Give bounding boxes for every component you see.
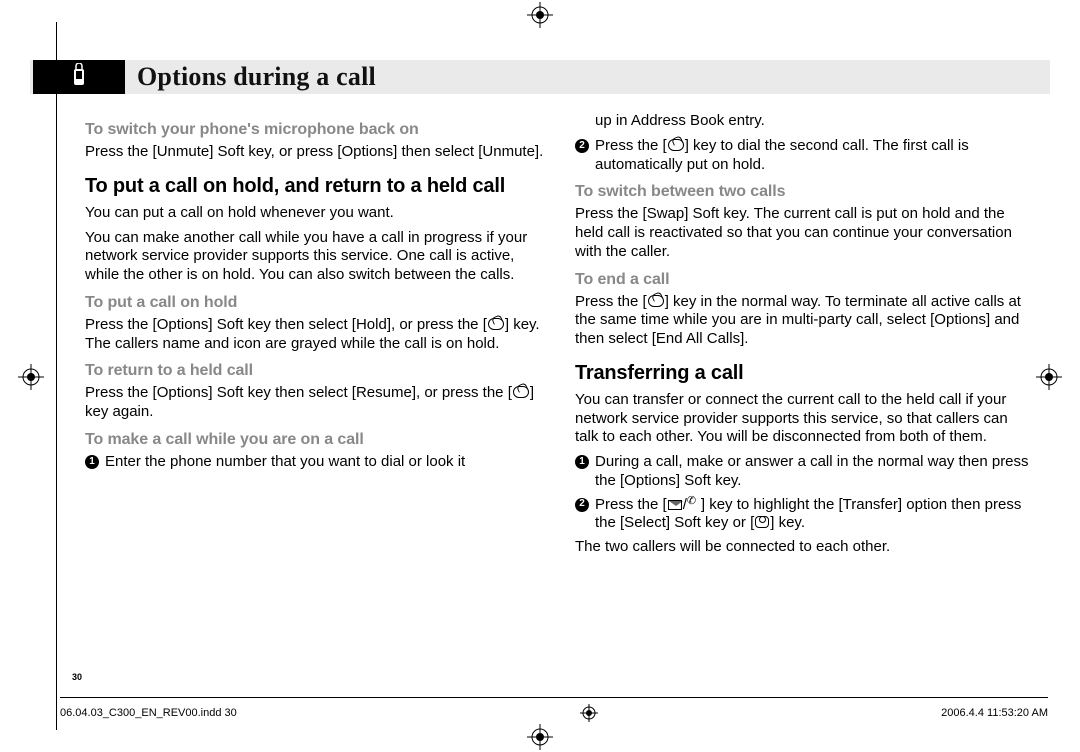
- page-number: 30: [72, 672, 82, 682]
- heading-put-hold: To put a call on hold: [85, 293, 545, 313]
- heading-switch-calls: To switch between two calls: [575, 182, 1035, 202]
- call-key-icon: [648, 295, 664, 307]
- phone-key-icon: [688, 498, 700, 510]
- text: Press the [Swap] Soft key. The current c…: [575, 205, 1035, 261]
- phone-lock-icon: [71, 63, 87, 92]
- text: up in Address Book entry.: [575, 112, 1035, 131]
- text-fragment: Press the [Options] Soft key then select…: [85, 316, 487, 333]
- heading-make-call-during: To make a call while you are on a call: [85, 430, 545, 450]
- text: Press the [Options] Soft key then select…: [85, 316, 545, 354]
- footer-filename: 06.04.03_C300_EN_REV00.indd 30: [60, 707, 237, 719]
- heading-unmute: To switch your phone's microphone back o…: [85, 120, 545, 140]
- header-badge: [33, 60, 125, 94]
- crop-mark-right: [1036, 364, 1062, 390]
- heading-transferring: Transferring a call: [575, 361, 1035, 386]
- text: Press the [Options] Soft key then select…: [85, 384, 545, 422]
- content-columns: To switch your phone's microphone back o…: [85, 112, 1035, 667]
- step-item: 2 Press the [] key to dial the second ca…: [575, 137, 1035, 175]
- crop-mark-left: [18, 364, 44, 390]
- step-item: 2 Press the [/] key to highlight the [Tr…: [575, 496, 1035, 534]
- heading-return-held: To return to a held call: [85, 361, 545, 381]
- call-key-icon: [513, 386, 529, 398]
- step-text: Press the [] key to dial the second call…: [595, 137, 1035, 175]
- step-number-icon: 2: [575, 498, 589, 512]
- step-number-icon: 1: [85, 455, 99, 469]
- page-title: Options during a call: [137, 62, 376, 92]
- step-item: 1 During a call, make or answer a call i…: [575, 453, 1035, 491]
- call-key-icon: [488, 318, 504, 330]
- step-number-icon: 1: [575, 455, 589, 469]
- step-text: Press the [/] key to highlight the [Tran…: [595, 496, 1035, 534]
- step-text: Enter the phone number that you want to …: [105, 453, 545, 472]
- select-key-icon: [755, 516, 769, 528]
- text-fragment: Press the [: [595, 137, 667, 154]
- crop-mark-footer: [580, 704, 598, 722]
- mail-key-icon: [668, 500, 682, 510]
- text-fragment: ] key.: [770, 514, 805, 531]
- heading-end-call: To end a call: [575, 270, 1035, 290]
- text: You can put a call on hold whenever you …: [85, 204, 545, 223]
- call-key-icon: [668, 139, 684, 151]
- text: You can transfer or connect the current …: [575, 391, 1035, 447]
- heading-hold-return: To put a call on hold, and return to a h…: [85, 174, 545, 199]
- text: The two callers will be connected to eac…: [575, 538, 1035, 557]
- text: Press the [] key in the normal way. To t…: [575, 293, 1035, 349]
- crop-mark-top: [527, 2, 553, 28]
- step-text: During a call, make or answer a call in …: [595, 453, 1035, 491]
- footer-datetime: 2006.4.4 11:53:20 AM: [941, 707, 1048, 719]
- crop-mark-bottom: [527, 724, 553, 750]
- text-fragment: Press the [Options] Soft key then select…: [85, 384, 512, 401]
- column-left: To switch your phone's microphone back o…: [85, 112, 545, 667]
- section-header: Options during a call: [30, 60, 1050, 94]
- column-right: up in Address Book entry. 2 Press the []…: [575, 112, 1035, 667]
- step-number-icon: 2: [575, 139, 589, 153]
- text-fragment: Press the [: [595, 496, 667, 513]
- text: Press the [Unmute] Soft key, or press [O…: [85, 143, 545, 162]
- text-fragment: Press the [: [575, 293, 647, 310]
- text: You can make another call while you have…: [85, 229, 545, 285]
- step-item: 1 Enter the phone number that you want t…: [85, 453, 545, 472]
- footer-bar: 06.04.03_C300_EN_REV00.indd 30 2006.4.4 …: [60, 697, 1048, 722]
